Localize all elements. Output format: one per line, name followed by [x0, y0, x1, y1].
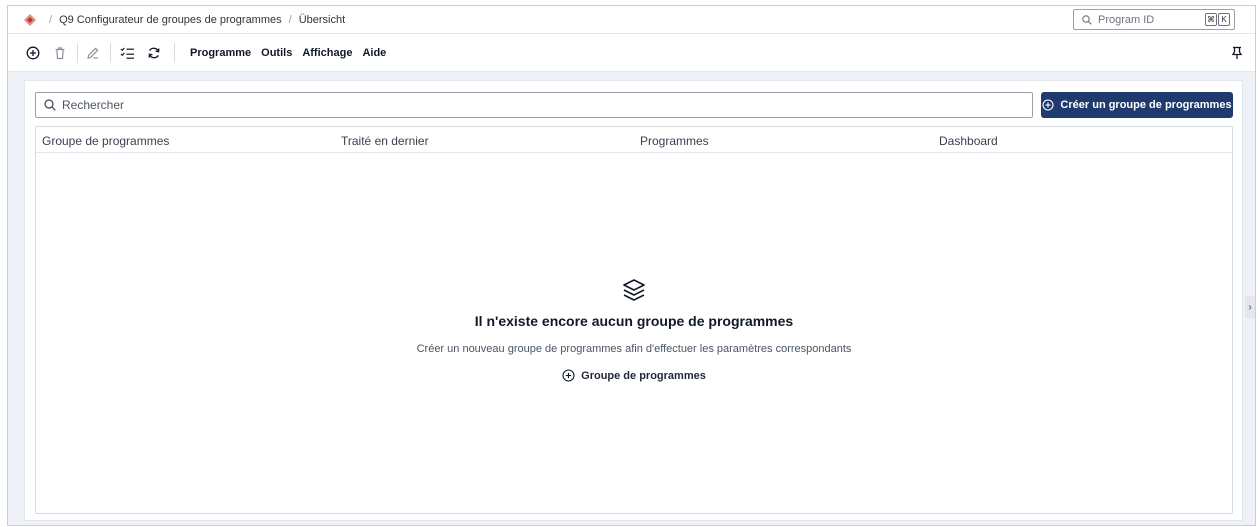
create-button-label: Créer un groupe de programmes	[1060, 99, 1232, 111]
toolbar: Programme Outils Affichage Aide	[8, 34, 1255, 72]
program-id-placeholder: Program ID	[1098, 13, 1155, 26]
menu-affichage[interactable]: Affichage	[302, 47, 352, 59]
toolbar-divider	[110, 43, 111, 63]
side-panel-toggle[interactable]: ›	[1245, 296, 1255, 318]
app-window: / Q9 Configurateur de groupes de program…	[7, 5, 1256, 526]
search-input[interactable]: Rechercher	[35, 92, 1033, 118]
chevron-right-icon: ›	[1248, 301, 1252, 313]
empty-state: Il n'existe encore aucun groupe de progr…	[36, 277, 1232, 387]
create-program-group-button[interactable]: Créer un groupe de programmes	[1041, 92, 1233, 118]
menu-bar: Programme Outils Affichage Aide	[190, 34, 386, 72]
column-header-programs[interactable]: Programmes	[640, 134, 709, 148]
search-icon	[1082, 14, 1092, 25]
add-button[interactable]	[24, 44, 42, 62]
trash-icon	[55, 47, 65, 60]
k-key: K	[1218, 13, 1230, 26]
toolbar-divider	[174, 43, 175, 63]
app-logo-icon	[24, 14, 36, 26]
add-program-group-link[interactable]: Groupe de programmes	[562, 369, 706, 382]
refresh-icon	[148, 47, 160, 59]
empty-state-title: Il n'existe encore aucun groupe de progr…	[474, 313, 794, 329]
main-panel: Rechercher Créer un groupe de programmes…	[24, 80, 1243, 521]
column-header-program-group[interactable]: Groupe de programmes	[42, 134, 169, 148]
add-program-group-label: Groupe de programmes	[581, 369, 706, 382]
pin-icon[interactable]	[1229, 45, 1245, 61]
breadcrumb-item-overview[interactable]: Übersicht	[299, 14, 345, 26]
program-groups-table: Groupe de programmes Traité en dernier P…	[35, 126, 1233, 514]
table-header: Groupe de programmes Traité en dernier P…	[36, 127, 1232, 153]
checklist-icon	[120, 47, 134, 59]
column-header-dashboard[interactable]: Dashboard	[939, 134, 998, 148]
add-circle-icon	[1042, 99, 1054, 111]
empty-state-description: Créer un nouveau groupe de programmes af…	[416, 343, 852, 355]
search-placeholder: Rechercher	[62, 98, 125, 112]
menu-aide[interactable]: Aide	[362, 47, 386, 59]
checklist-button[interactable]	[118, 44, 136, 62]
layers-icon	[623, 279, 645, 301]
command-key: ⌘	[1205, 13, 1217, 26]
delete-button[interactable]	[51, 44, 69, 62]
refresh-button[interactable]	[145, 44, 163, 62]
edit-icon	[87, 47, 99, 59]
breadcrumb: / Q9 Configurateur de groupes de program…	[49, 14, 346, 26]
add-icon	[26, 46, 40, 60]
edit-button[interactable]	[84, 44, 102, 62]
add-circle-icon	[562, 369, 575, 382]
menu-programme[interactable]: Programme	[190, 47, 251, 59]
keyboard-shortcut: ⌘ K	[1205, 13, 1230, 26]
program-id-search[interactable]: Program ID ⌘ K	[1073, 9, 1235, 30]
menu-outils[interactable]: Outils	[261, 47, 292, 59]
column-header-last-processed[interactable]: Traité en dernier	[341, 134, 429, 148]
toolbar-divider	[77, 43, 78, 63]
search-icon	[44, 99, 56, 111]
breadcrumb-item-configurator[interactable]: Q9 Configurateur de groupes de programme…	[59, 14, 282, 26]
title-bar: / Q9 Configurateur de groupes de program…	[8, 6, 1255, 34]
